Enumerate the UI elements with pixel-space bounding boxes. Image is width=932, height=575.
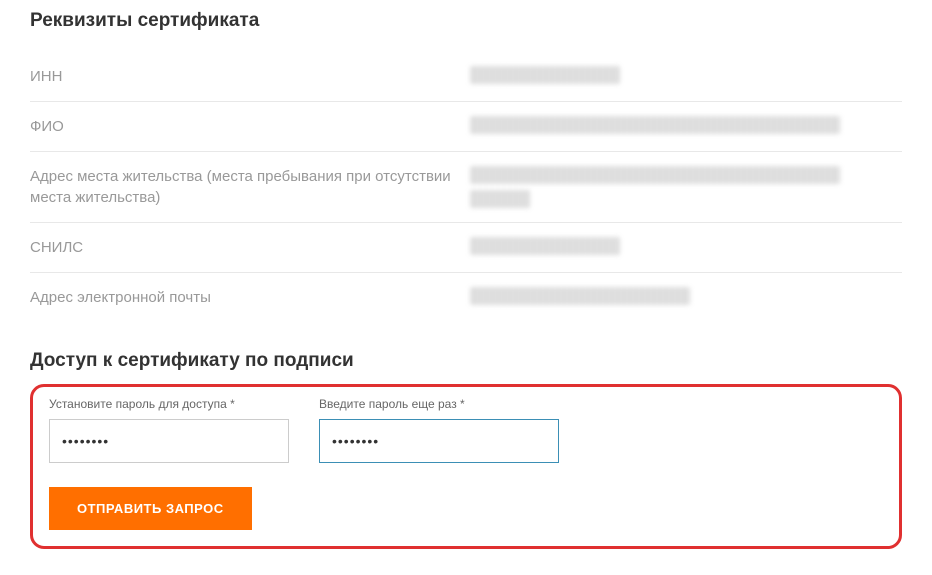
certificate-details-title: Реквизиты сертификата: [30, 10, 902, 32]
password1-input[interactable]: [49, 419, 289, 463]
password1-label: Установите пароль для доступа *: [49, 397, 289, 411]
password2-input[interactable]: [319, 419, 559, 463]
detail-row-address: Адрес места жительства (места пребывания…: [30, 152, 902, 223]
password-group-2: Введите пароль еще раз *: [319, 397, 559, 463]
detail-value: x: [470, 66, 902, 87]
detail-row-fio: ФИО x: [30, 102, 902, 152]
detail-row-snils: СНИЛС x: [30, 223, 902, 273]
detail-value: x: [470, 116, 902, 137]
password2-label: Введите пароль еще раз *: [319, 397, 559, 411]
detail-label: СНИЛС: [30, 237, 470, 258]
detail-label: ИНН: [30, 66, 470, 87]
detail-row-inn: ИНН x: [30, 52, 902, 102]
blurred-value: x: [470, 237, 620, 255]
submit-request-button[interactable]: ОТПРАВИТЬ ЗАПРОС: [49, 487, 252, 530]
detail-label: Адрес электронной почты: [30, 287, 470, 308]
password-form-highlight: Установите пароль для доступа * Введите …: [30, 384, 902, 549]
detail-label: ФИО: [30, 116, 470, 137]
detail-value: x x: [470, 166, 902, 208]
password-group-1: Установите пароль для доступа *: [49, 397, 289, 463]
certificate-access-title: Доступ к сертификату по подписи: [30, 350, 902, 372]
blurred-value: x: [470, 287, 690, 305]
blurred-value: x: [470, 166, 840, 184]
blurred-value: x: [470, 66, 620, 84]
blurred-value: x: [470, 190, 530, 208]
detail-value: x: [470, 237, 902, 258]
detail-label: Адрес места жительства (места пребывания…: [30, 166, 470, 208]
detail-value: x: [470, 287, 902, 308]
blurred-value: x: [470, 116, 840, 134]
detail-row-email: Адрес электронной почты x: [30, 273, 902, 322]
